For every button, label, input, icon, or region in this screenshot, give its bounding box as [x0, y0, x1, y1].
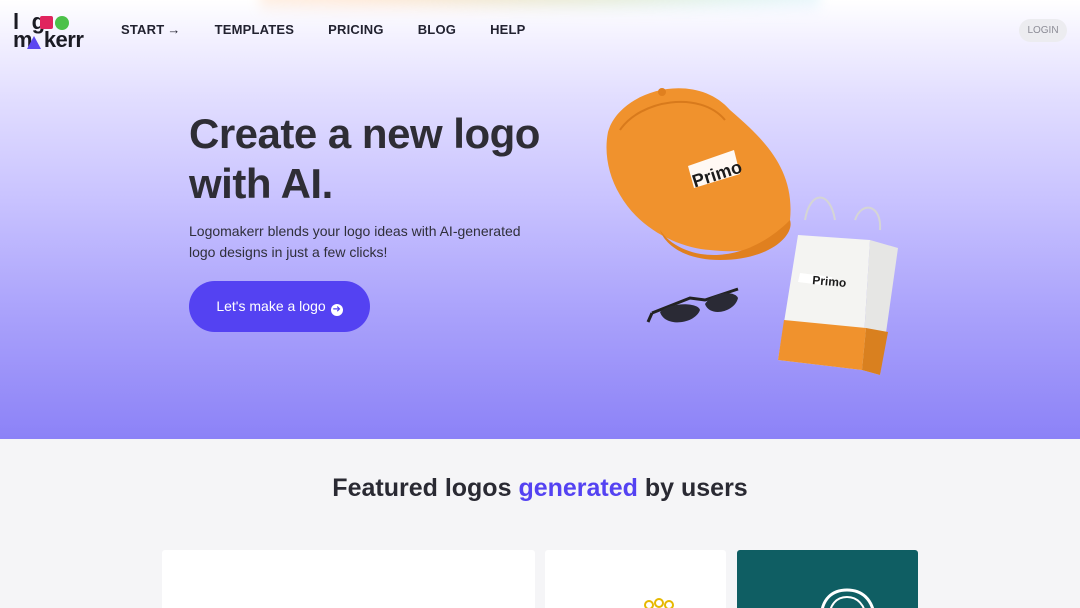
featured-logo-card[interactable] — [545, 550, 726, 608]
featured-heading: Featured logos generated by users — [0, 470, 1080, 506]
hero-headline: Create a new logo with AI. — [189, 110, 540, 207]
arrow-right-icon: → — [167, 22, 181, 37]
gear-logo-icon — [644, 598, 674, 608]
hero-subtext: Logomakerr blends your logo ideas with A… — [189, 223, 521, 260]
logomakerr-logo[interactable]: logo makerr logo makerr — [13, 11, 84, 52]
shopping-bag-image: Primo — [778, 196, 898, 375]
nav-start[interactable]: START → — [121, 22, 181, 38]
nav-blog[interactable]: BLOG — [418, 22, 456, 38]
arrow-circle-right-icon: ➜ — [330, 304, 343, 316]
featured-title-part1: Featured logos — [332, 474, 519, 502]
featured-logo-card[interactable] — [162, 550, 535, 608]
hero-section: logo makerr logo makerr START→ TEMPLATES… — [0, 0, 1080, 439]
cta-label: Let's make a logo — [216, 298, 326, 314]
make-logo-button[interactable]: Let's make a logo ➜ — [189, 281, 370, 332]
logo-triangle-shape — [27, 36, 41, 49]
sunglasses-image — [646, 287, 739, 323]
bag-brand-text: Primo — [812, 273, 847, 290]
featured-title-part2: by users — [637, 474, 748, 502]
nav-pricing[interactable]: PRICING — [328, 22, 384, 38]
login-button[interactable]: LOGIN — [1019, 19, 1067, 42]
shell-logo-icon — [821, 588, 874, 608]
featured-logo-card[interactable] — [737, 550, 918, 608]
featured-title-highlight: generated — [518, 474, 638, 502]
nav-help[interactable]: HELP — [490, 22, 525, 38]
top-glow — [260, 0, 820, 20]
product-mockup-illustration: Primo Primo — [606, 88, 898, 375]
nav-start-label: START — [121, 22, 165, 37]
nav-templates[interactable]: TEMPLATES — [215, 22, 295, 38]
logo-text-bottom: makerr — [13, 27, 84, 52]
cap-image: Primo — [606, 88, 791, 260]
main-nav: START → TEMPLATES PRICING BLOG HELP — [121, 22, 560, 38]
